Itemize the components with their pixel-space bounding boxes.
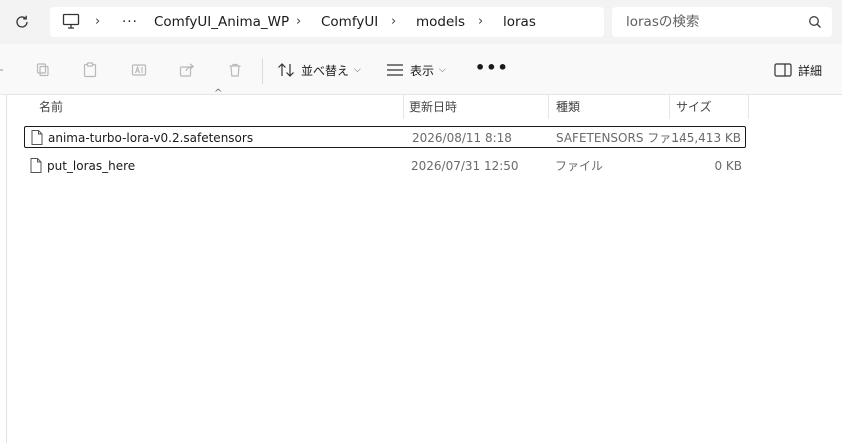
breadcrumb-separator[interactable]: › bbox=[478, 13, 483, 31]
breadcrumb-models[interactable]: models bbox=[416, 13, 465, 31]
paste-icon[interactable] bbox=[81, 61, 99, 79]
view-icon bbox=[387, 64, 403, 76]
file-name[interactable]: put_loras_here bbox=[47, 158, 135, 174]
column-divider[interactable] bbox=[748, 95, 749, 119]
file-date: 2026/08/11 8:18 bbox=[412, 131, 512, 145]
file-list: ^ 名前 更新日時 種類 サイズ anima-turbo-lora-v0.2.s… bbox=[0, 88, 842, 443]
sort-button-label: 並べ替え bbox=[301, 63, 350, 78]
view-button[interactable]: 表示 ⌵ bbox=[386, 58, 446, 82]
file-size: 145,413 KB bbox=[671, 131, 741, 145]
table-row[interactable]: put_loras_here 2026/07/31 12:50 ファイル 0 K… bbox=[24, 155, 746, 177]
file-icon bbox=[31, 130, 43, 148]
column-header-name[interactable]: 名前 bbox=[39, 99, 63, 115]
sort-icon bbox=[278, 63, 294, 77]
column-header-date[interactable]: 更新日時 bbox=[409, 99, 457, 115]
column-header-size[interactable]: サイズ bbox=[676, 99, 712, 115]
delete-icon[interactable] bbox=[226, 61, 244, 79]
file-date: 2026/07/31 12:50 bbox=[411, 159, 519, 173]
search-input[interactable]: lorasの検索 bbox=[626, 13, 699, 31]
rename-icon[interactable] bbox=[130, 61, 148, 79]
more-options-button[interactable]: ••• bbox=[475, 60, 509, 76]
chevron-down-icon: ⌵ bbox=[439, 65, 446, 75]
breadcrumb-overflow[interactable]: ··· bbox=[122, 13, 138, 31]
column-divider[interactable] bbox=[403, 95, 404, 119]
sort-button[interactable]: 並べ替え ⌵ bbox=[277, 58, 361, 82]
toolbar-edge-fragment bbox=[0, 69, 3, 71]
details-pane-icon bbox=[774, 63, 792, 77]
breadcrumb-loras[interactable]: loras bbox=[503, 13, 536, 31]
navigation-pane-edge[interactable] bbox=[6, 95, 7, 443]
search-box[interactable]: lorasの検索 bbox=[612, 7, 832, 37]
breadcrumb-separator[interactable]: › bbox=[391, 13, 396, 31]
details-pane-button[interactable]: 詳細 bbox=[774, 58, 822, 82]
breadcrumb-comfyui[interactable]: ComfyUI bbox=[321, 13, 378, 31]
breadcrumb-comfyui-anima-wp[interactable]: ComfyUI_Anima_WP bbox=[154, 13, 289, 31]
breadcrumb-separator[interactable]: › bbox=[296, 13, 301, 31]
pc-icon[interactable] bbox=[62, 13, 80, 33]
table-row[interactable]: anima-turbo-lora-v0.2.safetensors 2026/0… bbox=[24, 126, 746, 148]
column-divider[interactable] bbox=[548, 95, 549, 119]
search-icon[interactable] bbox=[808, 15, 822, 32]
chevron-down-icon: ⌵ bbox=[354, 65, 361, 75]
copy-icon[interactable] bbox=[34, 61, 52, 79]
file-type: ファイル bbox=[555, 159, 604, 173]
file-icon bbox=[30, 158, 42, 176]
refresh-button[interactable] bbox=[10, 11, 34, 33]
breadcrumb-separator[interactable]: › bbox=[95, 13, 100, 31]
sort-ascending-icon: ^ bbox=[214, 88, 223, 99]
column-divider[interactable] bbox=[669, 95, 670, 119]
view-button-label: 表示 bbox=[410, 63, 435, 78]
file-name[interactable]: anima-turbo-lora-v0.2.safetensors bbox=[48, 130, 253, 146]
details-pane-label: 詳細 bbox=[798, 63, 823, 78]
command-bar: 並べ替え ⌵ 表示 ⌵ ••• 詳細 bbox=[0, 44, 842, 95]
toolbar-divider bbox=[262, 58, 263, 84]
breadcrumb[interactable]: › ··· ComfyUI_Anima_WP › ComfyUI › model… bbox=[50, 7, 604, 37]
column-header-row: ^ 名前 更新日時 種類 サイズ bbox=[24, 88, 749, 119]
file-type: SAFETENSORS ファ... bbox=[556, 131, 683, 145]
file-size: 0 KB bbox=[714, 159, 742, 173]
column-header-type[interactable]: 種類 bbox=[556, 99, 580, 115]
address-bar-region: › ··· ComfyUI_Anima_WP › ComfyUI › model… bbox=[0, 0, 842, 44]
share-icon[interactable] bbox=[178, 61, 196, 79]
refresh-icon bbox=[16, 15, 28, 28]
